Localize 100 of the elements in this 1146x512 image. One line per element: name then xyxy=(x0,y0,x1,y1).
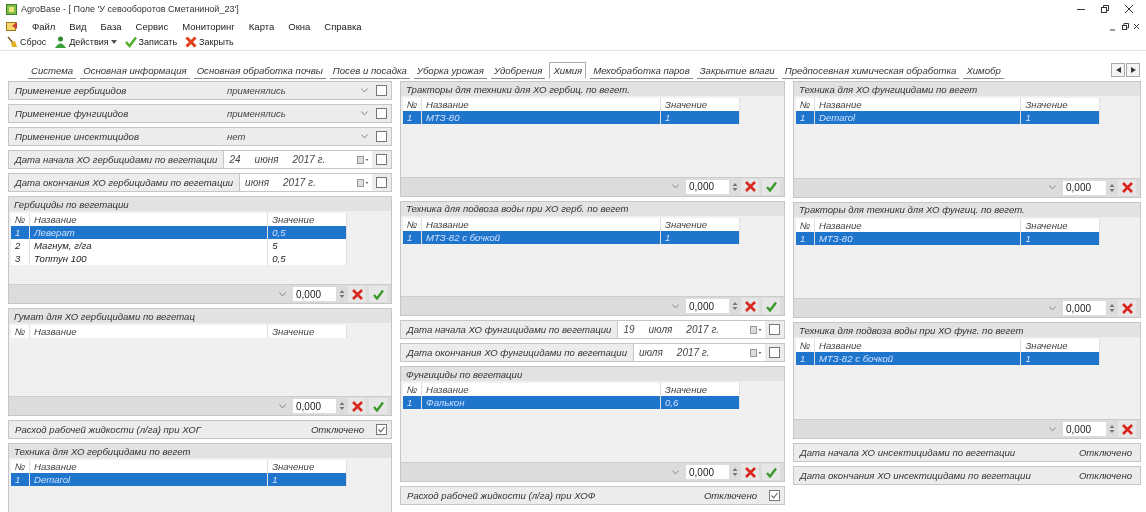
column-header[interactable]: Название xyxy=(29,325,268,338)
delete-button[interactable] xyxy=(1118,421,1136,437)
chevron-down-icon[interactable] xyxy=(672,184,679,190)
table-row[interactable]: 1 Demarol 1 xyxy=(796,111,1100,124)
spinner-icon[interactable] xyxy=(339,288,345,300)
amount-field[interactable]: 0,000 xyxy=(686,179,729,194)
dropdown[interactable]: применялись xyxy=(221,105,372,122)
column-header[interactable]: № xyxy=(796,218,815,232)
delete-button[interactable] xyxy=(741,298,759,315)
table-row[interactable]: 1 МТЗ-80 1 xyxy=(796,231,1100,245)
spinner-icon[interactable] xyxy=(1109,423,1115,435)
spinner-icon[interactable] xyxy=(732,466,738,478)
table-cell: 1 xyxy=(11,226,30,239)
toolbar-button[interactable]: Закрыть xyxy=(185,36,234,48)
amount-field[interactable]: 0,000 xyxy=(293,287,336,301)
arrow-left-icon xyxy=(1115,67,1121,73)
amount-field[interactable]: 0,000 xyxy=(1063,422,1106,436)
confirm-button[interactable] xyxy=(762,464,780,480)
dropdown[interactable]: нет xyxy=(221,128,372,145)
caret-icon[interactable] xyxy=(110,40,117,44)
checkbox[interactable] xyxy=(376,131,387,142)
delete-button[interactable] xyxy=(348,398,366,414)
column-header[interactable]: Название xyxy=(814,218,1021,232)
delete-button[interactable] xyxy=(741,464,759,480)
column-header[interactable]: Значение xyxy=(267,325,347,338)
chevron-down-icon[interactable] xyxy=(361,88,368,93)
column-header[interactable]: № xyxy=(11,325,30,338)
checkbox[interactable] xyxy=(376,85,387,96)
delete-button[interactable] xyxy=(348,286,366,302)
delete-button[interactable] xyxy=(1118,300,1136,317)
table-row[interactable]: 3 Топтун 100 0,5 xyxy=(11,252,347,265)
close-icon[interactable] xyxy=(1124,4,1134,14)
confirm-button[interactable] xyxy=(369,286,387,302)
scroll-left-button[interactable] xyxy=(1111,63,1125,77)
field-label: Применение гербицидов xyxy=(14,85,128,96)
checkbox[interactable] xyxy=(769,490,780,501)
table-row[interactable]: 2 Магнум, г/га 5 xyxy=(11,239,347,252)
tab[interactable]: Удобрения xyxy=(490,63,546,79)
tab[interactable]: Закрытие влаги xyxy=(696,63,778,79)
amount-field[interactable]: 0,000 xyxy=(1063,301,1106,316)
tab[interactable]: Мехобработка паров xyxy=(590,63,693,79)
close-icon xyxy=(185,36,198,48)
table-row[interactable]: 1 Фалькон 0,6 xyxy=(403,396,740,410)
column-header[interactable]: № xyxy=(403,217,422,231)
amount-field[interactable]: 0,000 xyxy=(686,299,729,314)
scroll-right-button[interactable] xyxy=(1126,63,1140,77)
menu-item[interactable]: Окна xyxy=(288,20,311,32)
menu-item[interactable]: База xyxy=(100,20,122,32)
chevron-down-icon[interactable] xyxy=(279,403,286,409)
tab[interactable]: Уборка урожая xyxy=(413,63,487,79)
confirm-button[interactable] xyxy=(762,298,780,315)
chevron-down-icon[interactable] xyxy=(279,291,286,297)
amount-field[interactable]: 0,000 xyxy=(1063,180,1106,195)
dropdown[interactable]: применялись xyxy=(221,82,372,99)
chevron-down-icon[interactable] xyxy=(361,111,368,116)
menu-item[interactable]: Сервис xyxy=(135,20,169,32)
tab[interactable]: Химия xyxy=(549,62,587,79)
tab[interactable]: Основная обработка почвы xyxy=(193,63,326,79)
field-label: Дата окончания ХО инсектицидами по вегетации xyxy=(798,470,1032,481)
amount-field[interactable]: 0,000 xyxy=(293,399,336,413)
chevron-down-icon[interactable] xyxy=(672,303,679,309)
tab[interactable]: Основная информация xyxy=(80,63,190,79)
tab[interactable]: Химобр xyxy=(963,63,1004,79)
menu-item[interactable]: Мониторинг xyxy=(182,20,235,32)
chevron-down-icon[interactable] xyxy=(1049,185,1056,191)
tab[interactable]: Предпосевная химическая обработка xyxy=(781,63,960,79)
toolbar-button[interactable]: Записать xyxy=(124,36,178,48)
table-row[interactable]: 1 МТЗ-82 с бочкой 1 xyxy=(796,352,1100,366)
chevron-down-icon[interactable] xyxy=(1049,426,1056,432)
chevron-down-icon[interactable] xyxy=(1049,305,1056,311)
confirm-button[interactable] xyxy=(762,178,780,195)
document-icon xyxy=(6,20,18,32)
table-cell: 1 xyxy=(796,231,815,245)
chevron-down-icon[interactable] xyxy=(672,469,679,475)
toolbar-button[interactable]: Действия xyxy=(54,36,117,48)
checkbox[interactable] xyxy=(376,424,387,435)
restore-icon[interactable] xyxy=(1100,4,1110,14)
menu-item[interactable]: Справка xyxy=(324,20,362,32)
delete-button[interactable] xyxy=(741,178,759,195)
table-row[interactable]: 1 МТЗ-82 с бочкой 1 xyxy=(403,230,740,244)
spinner-icon[interactable] xyxy=(339,400,345,412)
tab[interactable]: Посев и посадка xyxy=(329,63,410,79)
delete-button[interactable] xyxy=(1118,179,1136,196)
table-cell: Магнум, г/га xyxy=(29,239,268,252)
toolbar-button[interactable]: Сброс xyxy=(6,36,47,48)
menu-item[interactable]: Вид xyxy=(69,20,87,32)
menu-item[interactable]: Файл xyxy=(32,20,56,32)
checkbox[interactable] xyxy=(376,108,387,119)
menu-item[interactable]: Карта xyxy=(248,20,275,32)
table-row[interactable]: 1 Леверат 0,5 xyxy=(11,226,347,239)
column-header[interactable]: Значение xyxy=(660,217,740,231)
column-header[interactable]: Значение xyxy=(1020,218,1100,232)
table-row[interactable]: 1 МТЗ-80 1 xyxy=(403,111,740,124)
column-header[interactable]: Название xyxy=(421,217,661,231)
chevron-down-icon[interactable] xyxy=(361,134,368,139)
tab[interactable]: Система xyxy=(28,63,77,79)
confirm-button[interactable] xyxy=(369,398,387,414)
amount-field[interactable]: 0,000 xyxy=(686,465,729,479)
mdi-controls-icon[interactable] xyxy=(1110,21,1140,31)
table-row[interactable]: 1 Demarol 1 xyxy=(11,473,347,486)
